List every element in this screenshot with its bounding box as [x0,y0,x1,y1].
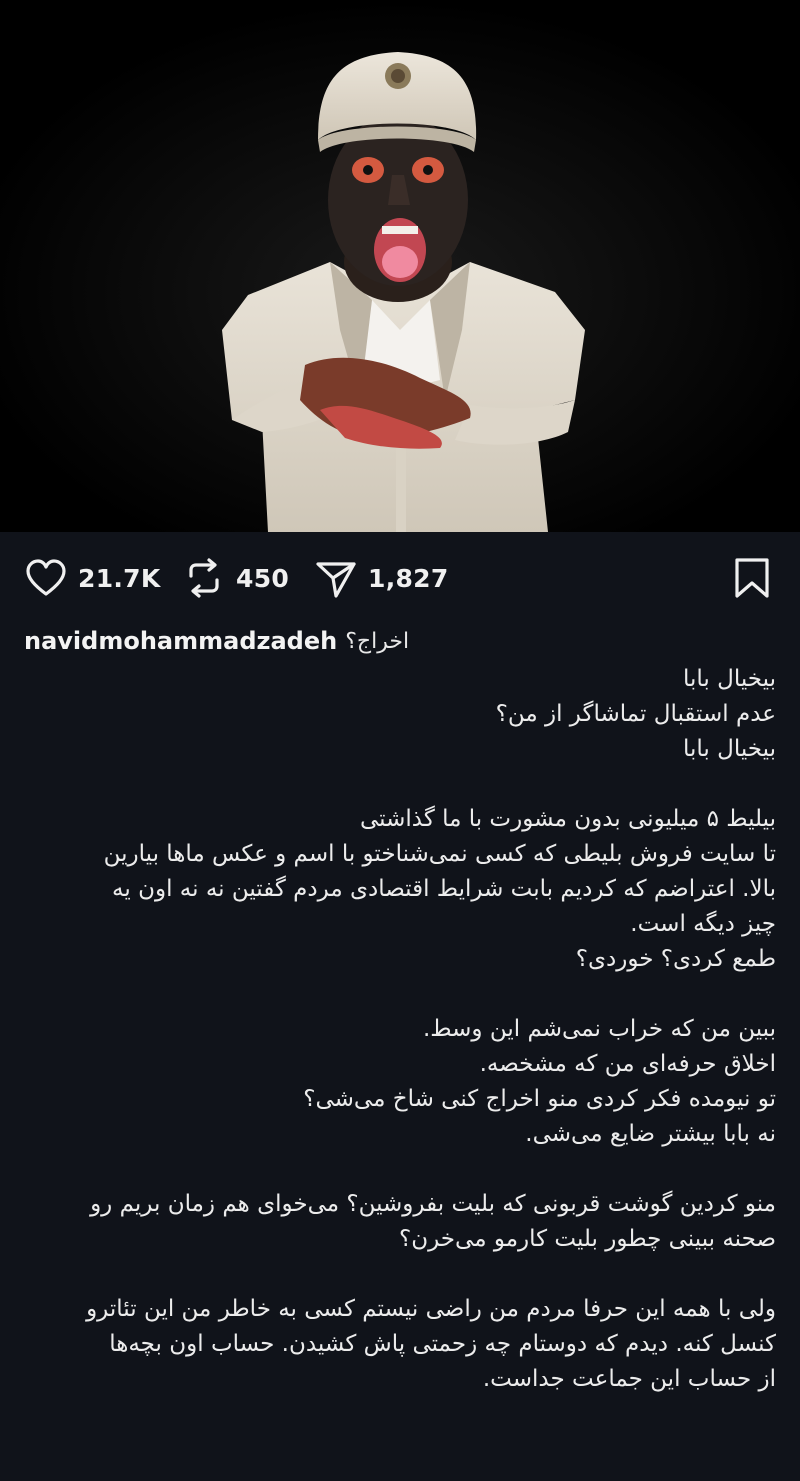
caption-line: چیز دیگه است. [630,911,776,937]
caption-line: بیخیال بابا [683,666,776,692]
post-caption-section: navidmohammadzadeh اخراج؟ بیخیال بابا عدم… [0,624,800,1481]
caption-line: تا سایت فروش بلیطی که کسی نمی‌شناختو با … [103,841,776,867]
post-photo[interactable] [0,0,800,532]
repost-count: 450 [236,563,290,593]
bookmark-icon [732,556,772,600]
caption-line: بالا. اعتراضم که کردیم بابت شرایط اقتصاد… [112,876,776,902]
caption-line: کنسل کنه. دیدم که دوستام چه زحمتی پاش کش… [109,1331,776,1357]
caption-line: صحنه ببینی چطور بلیت کارمو می‌خرن؟ [399,1226,776,1252]
post-actions-bar: 21.7K 450 1,827 [0,532,800,624]
repost-icon [182,556,226,600]
like-button[interactable]: 21.7K [24,556,161,600]
author-username[interactable]: navidmohammadzadeh [24,627,337,655]
caption-line: طمع کردی؟ خوردی؟ [575,946,776,972]
caption-line: بیخیال بابا [683,736,776,762]
caption-line: اخلاق حرفه‌ای من که مشخصه. [479,1051,776,1077]
caption-line: نه بابا بیشتر ضایع می‌شی. [525,1121,776,1147]
save-button[interactable] [732,556,772,600]
caption-first-line: اخراج؟ [345,628,410,654]
caption-line: عدم استقبال تماشاگر از من؟ [495,701,776,727]
caption-line: منو کردین گوشت قربونی که بلیت بفروشین؟ م… [90,1191,776,1217]
like-count: 21.7K [78,563,161,593]
caption-line: ببین من که خراب نمی‌شم این وسط. [423,1016,776,1042]
repost-button[interactable]: 450 [182,556,289,600]
send-icon [314,556,358,600]
caption-line: ولی با همه این حرفا مردم من راضی نیستم ک… [86,1296,776,1322]
share-count: 1,827 [368,563,449,593]
caption-line: تو نیومده فکر کردی منو اخراج کنی شاخ می‌… [303,1086,776,1112]
caption-text: بیخیال بابا عدم استقبال تماشاگر از من؟ بیخ… [24,662,776,1397]
caption-line: از حساب این جماعت جداست. [482,1366,776,1392]
heart-icon [24,556,68,600]
performer-image [0,0,800,532]
share-button[interactable]: 1,827 [314,556,449,600]
caption-header: navidmohammadzadeh اخراج؟ [24,624,409,658]
caption-line: بیلیط ۵ میلیونی بدون مشورت با ما گذاشتی [359,806,776,832]
